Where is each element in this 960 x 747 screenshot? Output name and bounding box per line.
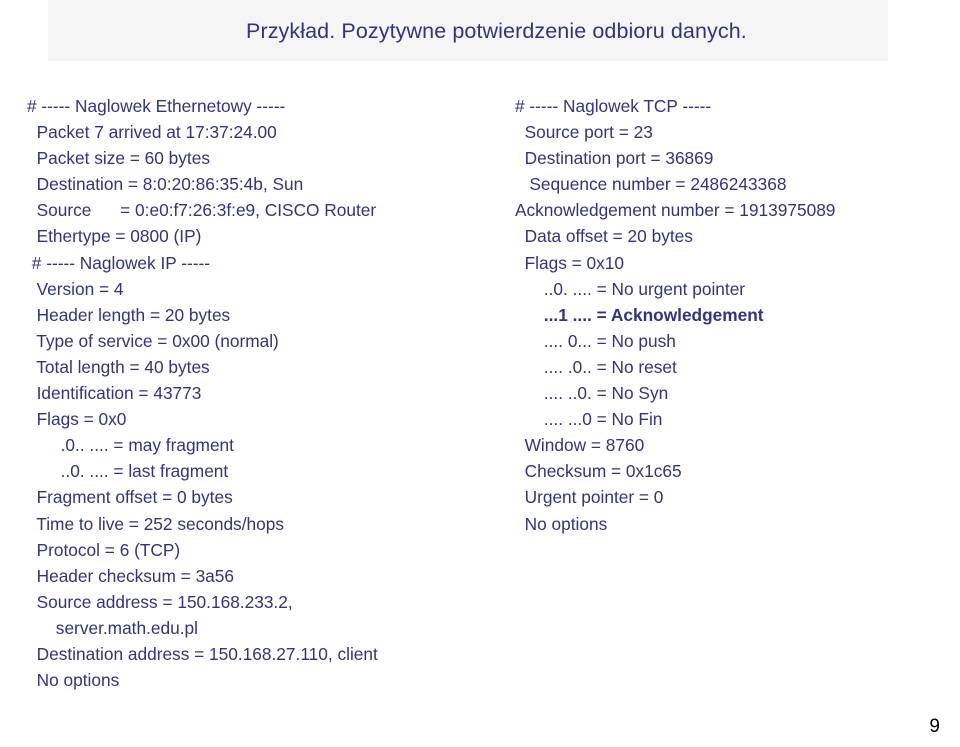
- packet-dump-line: # ----- Naglowek Ethernetowy -----: [27, 96, 286, 116]
- packet-dump-line: # ----- Naglowek IP -----: [27, 252, 211, 273]
- packet-dump-line: Source address = 150.168.233.2,: [27, 591, 293, 612]
- packet-dump-line: Time to live = 252 seconds/hops: [27, 513, 284, 534]
- packet-dump-line: Acknowledgement number = 1913975089: [515, 200, 836, 221]
- packet-dump-right-column: # ----- Naglowek TCP ----- Source port =…: [515, 93, 935, 537]
- packet-dump-line: No options: [515, 513, 608, 534]
- packet-dump-left-column: # ----- Naglowek Ethernetowy ----- Packe…: [27, 93, 447, 693]
- page-number: 9: [929, 716, 940, 737]
- packet-dump-line: Destination port = 36869: [515, 148, 714, 169]
- packet-dump-line: .... ...0 = No Fin: [515, 409, 663, 430]
- packet-dump-line: Destination address = 150.168.27.110, cl…: [27, 643, 378, 664]
- packet-dump-line: .... ..0. = No Syn: [515, 383, 669, 404]
- packet-dump-line: # ----- Naglowek TCP -----: [515, 96, 712, 116]
- packet-dump-line: Checksum = 0x1c65: [515, 461, 682, 482]
- packet-dump-line: Urgent pointer = 0: [515, 487, 664, 508]
- packet-dump-line: Protocol = 6 (TCP): [27, 539, 181, 560]
- packet-dump-line: server.math.edu.pl: [27, 617, 198, 638]
- packet-dump-line: Type of service = 0x00 (normal): [27, 330, 279, 351]
- packet-dump-line: .... 0... = No push: [515, 330, 676, 351]
- packet-dump-line: ..0. .... = No urgent pointer: [515, 278, 746, 299]
- packet-dump-line: Packet 7 arrived at 17:37:24.00: [27, 122, 277, 143]
- packet-dump-line: Header checksum = 3a56: [27, 565, 235, 586]
- packet-dump-line: Version = 4: [27, 278, 124, 299]
- packet-dump-line: Window = 8760: [515, 435, 645, 456]
- packet-dump-line: Sequence number = 2486243368: [515, 174, 787, 195]
- packet-dump-line: Total length = 40 bytes: [27, 356, 210, 377]
- packet-dump-line: Flags = 0x10: [515, 252, 625, 273]
- packet-dump-line: ..0. .... = last fragment: [27, 461, 229, 482]
- packet-dump-line: .0.. .... = may fragment: [27, 435, 234, 456]
- packet-dump-line: Source = 0:e0:f7:26:3f:e9, CISCO Router: [27, 200, 377, 221]
- packet-dump-line: Header length = 20 bytes: [27, 304, 231, 325]
- packet-dump-line: ...1 .... = Acknowledgement: [515, 304, 764, 325]
- packet-dump-line: .... .0.. = No reset: [515, 356, 677, 377]
- packet-dump-line: Fragment offset = 0 bytes: [27, 487, 233, 508]
- page-title: Przykład. Pozytywne potwierdzenie odbior…: [246, 19, 747, 43]
- packet-dump-line: Destination = 8:0:20:86:35:4b, Sun: [27, 174, 304, 195]
- packet-dump-line: Packet size = 60 bytes: [27, 148, 210, 169]
- packet-dump-line: Source port = 23: [515, 122, 653, 143]
- packet-dump-line: Data offset = 20 bytes: [515, 226, 693, 247]
- packet-dump-line: Flags = 0x0: [27, 409, 127, 430]
- slide-root: Przykład. Pozytywne potwierdzenie odbior…: [0, 0, 960, 747]
- packet-dump-line: No options: [27, 670, 120, 691]
- packet-dump-line: Identification = 43773: [27, 383, 202, 404]
- packet-dump-line: Ethertype = 0800 (IP): [27, 226, 202, 247]
- title-band: Przykład. Pozytywne potwierdzenie odbior…: [48, 0, 888, 61]
